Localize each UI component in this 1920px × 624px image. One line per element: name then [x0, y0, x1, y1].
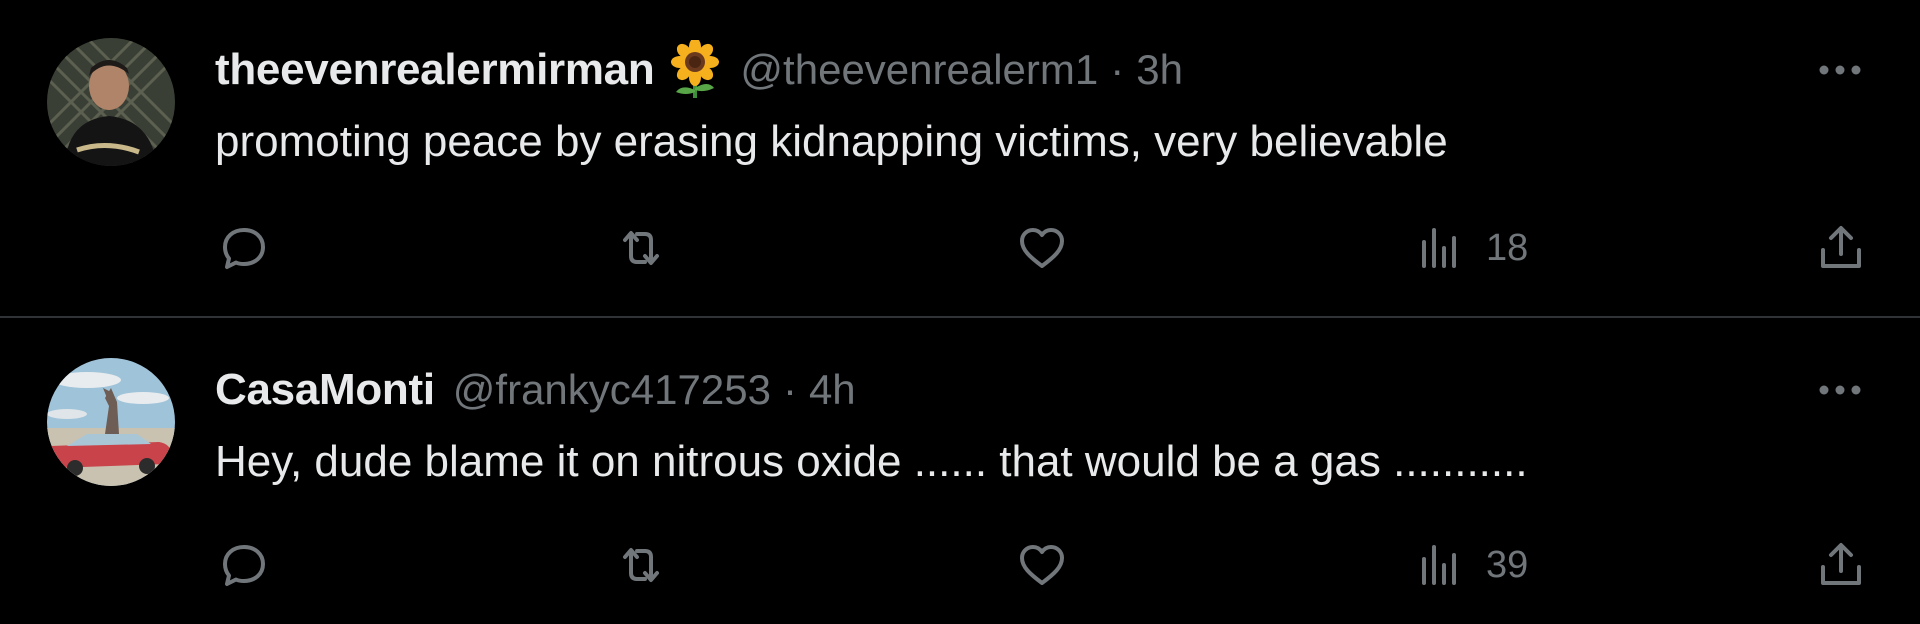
tweet[interactable]: theevenrealermirman @theevenrealerm1 · 3… [0, 0, 1920, 318]
separator-dot: · [1110, 46, 1125, 93]
tweet-actions: 39 [0, 535, 1920, 595]
reply-button[interactable] [218, 218, 270, 278]
tweet-header: theevenrealermirman @theevenrealerm1 · 3… [215, 40, 1183, 100]
reply-bubble-icon [223, 545, 265, 586]
avatar-photo [47, 38, 175, 166]
retweet-icon [623, 231, 659, 265]
views-count: 18 [1486, 226, 1529, 269]
display-name[interactable]: CasaMonti [215, 365, 435, 415]
views-bar-chart-icon [1422, 228, 1456, 268]
views-button[interactable]: 39 [1414, 535, 1528, 595]
more-horizontal-icon [1819, 65, 1861, 75]
more-options-button[interactable] [1815, 380, 1865, 400]
share-button[interactable] [1815, 535, 1867, 595]
user-handle[interactable]: @frankyc417253 [453, 366, 771, 414]
tweet-actions: 18 [0, 218, 1920, 278]
like-button[interactable] [1016, 218, 1068, 278]
separator-dot: · [782, 366, 797, 413]
like-button[interactable] [1016, 535, 1068, 595]
more-options-button[interactable] [1815, 60, 1865, 80]
share-upload-icon [1821, 226, 1861, 268]
more-horizontal-icon [1819, 385, 1861, 395]
avatar[interactable] [47, 358, 175, 486]
replies-feed: theevenrealermirman @theevenrealerm1 · 3… [0, 0, 1920, 624]
retweet-button[interactable] [615, 535, 667, 595]
tweet-text: Hey, dude blame it on nitrous oxide ....… [215, 437, 1528, 486]
user-handle[interactable]: @theevenrealerm1 [740, 46, 1098, 94]
timestamp[interactable]: 3h [1136, 46, 1183, 94]
tweet-header: CasaMonti @frankyc417253 · 4h [215, 360, 856, 420]
share-button[interactable] [1815, 218, 1867, 278]
views-bar-chart-icon [1422, 545, 1456, 585]
tweet-text: promoting peace by erasing kidnapping vi… [215, 117, 1448, 166]
avatar[interactable] [47, 38, 175, 166]
heart-icon [1020, 228, 1064, 268]
reply-button[interactable] [218, 535, 270, 595]
share-upload-icon [1821, 543, 1861, 585]
reply-bubble-icon [223, 228, 265, 269]
sunflower-icon [668, 40, 722, 100]
display-name[interactable]: theevenrealermirman [215, 45, 655, 95]
views-button[interactable]: 18 [1414, 218, 1528, 278]
heart-icon [1020, 545, 1064, 585]
timestamp[interactable]: 4h [809, 366, 856, 414]
avatar-photo [47, 358, 175, 486]
retweet-icon [623, 548, 659, 582]
retweet-button[interactable] [615, 218, 667, 278]
views-count: 39 [1486, 543, 1529, 586]
tweet[interactable]: CasaMonti @frankyc417253 · 4h Hey, dude … [0, 320, 1920, 624]
